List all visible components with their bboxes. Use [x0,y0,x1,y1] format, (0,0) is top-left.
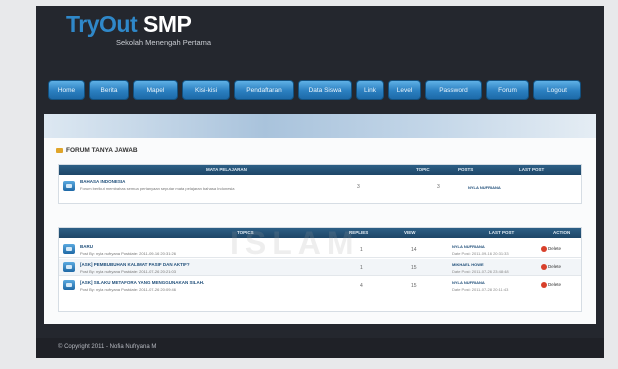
delete-button[interactable]: Delete [541,282,561,288]
subject-name[interactable]: BAHASA INDONESIA [80,179,125,184]
topic-views: 14 [411,247,417,253]
nav-data-siswa[interactable]: Data Siswa [298,80,352,100]
header-banner [44,114,596,138]
delete-label: Delete [548,246,562,252]
subjects-table: MATA PELAJARAN TOPIC POSTS LAST POST BAH… [58,164,582,204]
topic-title[interactable]: BARU [80,244,93,249]
col-view: VIEW [404,230,416,235]
watermark: ISLAM [230,225,360,261]
topic-row[interactable]: [ASK] SILAKU METAFORA YANG MENGGUNAKAN S… [59,277,581,295]
nav-link[interactable]: Link [356,80,384,100]
forum-title: FORUM TANYA JAWAB [56,147,138,154]
col-topic: TOPIC [416,167,430,172]
nav-level[interactable]: Level [388,80,421,100]
delete-label: Delete [548,264,562,270]
delete-icon [541,282,547,288]
delete-label: Delete [548,282,562,288]
main-nav: Home Berita Mapel Kisi-kisi Pendaftaran … [48,80,596,102]
nav-forum[interactable]: Forum [486,80,529,100]
topic-last-date: Date Post: 2011-07-26 23:48:48 [452,269,509,274]
delete-icon [541,264,547,270]
topic-last-by[interactable]: MIKHAEL HOWE [452,262,484,267]
nav-logout[interactable]: Logout [533,80,581,100]
subjects-table-header: MATA PELAJARAN TOPIC POSTS LAST POST [59,165,581,175]
col-last-post: LAST POST [519,167,545,172]
col-posts: POSTS [458,167,474,172]
topic-title[interactable]: [ASK] SILAKU METAFORA YANG MENGGUNAKAN S… [80,280,204,285]
topic-icon [63,280,75,290]
nav-kisi-kisi[interactable]: Kisi-kisi [182,80,230,100]
topic-icon [63,262,75,272]
subject-icon [63,181,75,191]
subject-description: Forum berikut membahas semua pertanyaan … [80,186,235,191]
topic-views: 15 [411,265,417,271]
topic-last-date: Date Post: 2011-07-28 20:11:43 [452,287,509,292]
forum-icon [56,147,63,153]
col-last-post: LAST POST [489,230,515,235]
topic-last-by[interactable]: NYLA NUFRIANA [452,280,485,285]
logo-accent-text: SMP [143,11,192,37]
delete-button[interactable]: Delete [541,264,561,270]
topic-last-by[interactable]: NYLA NUFRIANA [452,244,485,249]
topic-meta: Post By: nyla nufryana Postdate: 2011-07… [80,269,176,274]
delete-icon [541,246,547,252]
logo-subtitle: Sekolah Menengah Pertama [116,38,212,47]
page-frame: TryOut SMP Sekolah Menengah Pertama Home… [0,0,618,369]
nav-home[interactable]: Home [48,80,85,100]
subject-topic-count: 3 [357,184,360,190]
topic-replies: 1 [360,247,363,253]
topic-icon [63,244,75,254]
topic-last-date: Date Post: 2011-09-16 20:31:33 [452,251,509,256]
topic-replies: 1 [360,265,363,271]
topic-replies: 4 [360,283,363,289]
copyright-text: © Copyright 2011 - Nofia Nufryana M [58,344,157,350]
nav-berita[interactable]: Berita [89,80,129,100]
topic-meta: Post By: nyla nufryana Postdate: 2011-09… [80,251,176,256]
site-footer: © Copyright 2011 - Nofia Nufryana M [36,338,604,358]
subject-row[interactable]: BAHASA INDONESIA Forum berikut membahas … [59,176,581,200]
forum-title-text: FORUM TANYA JAWAB [66,147,138,154]
topic-meta: Post By: nyla nufryana Postdate: 2011-07… [80,287,176,292]
nav-mapel[interactable]: Mapel [133,80,178,100]
topic-title[interactable]: [ASK] PEMBUBUHAN KALIMAT PASIF DAN AKTIF… [80,262,190,267]
subject-last-post[interactable]: NYLA NUFRIANA [468,185,501,190]
nav-password[interactable]: Password [425,80,482,100]
subject-post-count: 3 [437,184,440,190]
logo-main-text: TryOut [66,11,138,37]
col-action: ACTION [553,230,571,235]
topic-views: 15 [411,283,417,289]
col-mata-pelajaran: MATA PELAJARAN [206,167,247,172]
nav-pendaftaran[interactable]: Pendaftaran [234,80,294,100]
delete-button[interactable]: Delete [541,246,561,252]
site-logo[interactable]: TryOut SMP Sekolah Menengah Pertama [66,11,211,47]
